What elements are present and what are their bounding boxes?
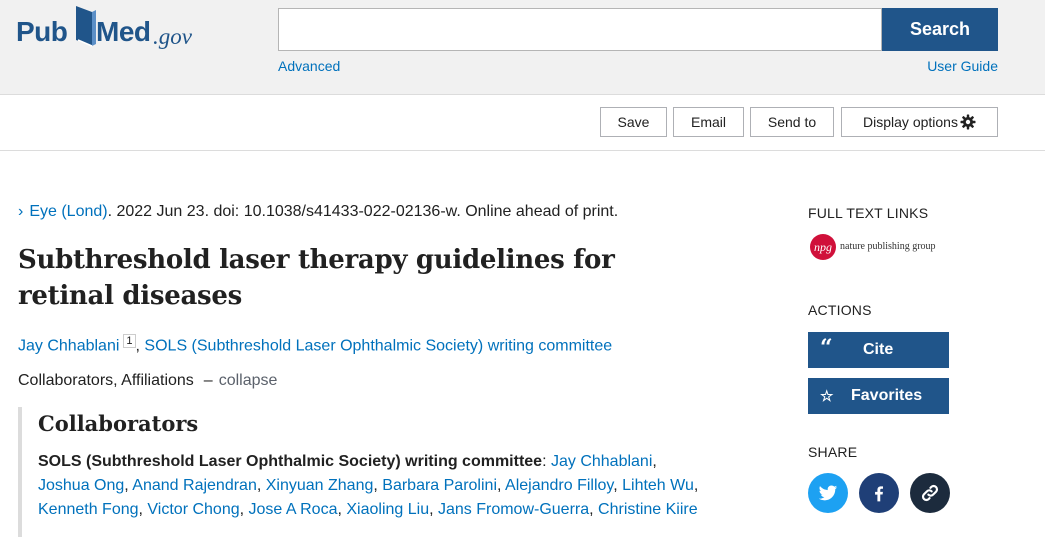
display-options-button[interactable]: Display options [841,107,998,137]
display-options-label: Display options [863,114,958,130]
user-guide-link[interactable]: User Guide [927,58,998,74]
collaborator-link[interactable]: Xinyuan Zhang [266,477,374,494]
star-icon: ☆ [820,388,834,405]
email-button[interactable]: Email [673,107,744,137]
journal-citation: › Eye (Lond). 2022 Jun 23. doi: 10.1038/s… [18,203,618,221]
collaborator-link[interactable]: Christine Kiire [598,501,698,518]
article-title: Subthreshold laser therapy guidelines fo… [18,245,615,311]
actions-heading: ACTIONS [808,302,872,318]
logo-pub-text: Pub [16,16,68,47]
logo-gov-text: .gov [153,24,192,49]
logo-med-text: Med [96,16,151,47]
collaborator-link[interactable]: Alejandro Filloy [505,477,613,494]
book-icon [76,6,96,47]
collaborator-link[interactable]: Jans Fromow-Guerra [438,501,589,518]
cite-button[interactable]: “ Cite [808,332,949,368]
facebook-icon [875,486,883,502]
npg-logo-text: nature publishing group [840,241,936,252]
collaborators-toggle-label: Collaborators, Affiliations [18,372,194,389]
favorites-label: Favorites [851,387,923,404]
npg-logo: npg [810,234,836,260]
collaborator-link[interactable]: Victor Chong [147,501,239,518]
quote-icon: “ [820,335,833,361]
link-icon [921,484,939,502]
favorites-button[interactable]: ☆ Favorites [808,378,949,414]
permalink-share-button[interactable] [910,473,950,513]
save-button[interactable]: Save [600,107,667,137]
search-input[interactable] [278,8,882,51]
citation-text: . 2022 Jun 23. doi: 10.1038/s41433-022-0… [107,203,619,220]
collaborator-link[interactable]: Jose A Roca [249,501,338,518]
twitter-icon [818,485,838,501]
collapse-link[interactable]: collapse [219,372,278,389]
collaborators-toggle[interactable]: Collaborators, Affiliations – collapse [18,372,277,390]
author-link[interactable]: Jay Chhablani [18,337,119,354]
author-list: Jay Chhablani 1, SOLS (Subthreshold Laser… [18,334,612,355]
dash-separator: – [203,372,213,389]
gear-icon [960,114,976,130]
share-heading: SHARE [808,444,858,460]
cite-label: Cite [863,341,894,358]
collaborator-link[interactable]: Joshua Ong [38,477,124,494]
collaborator-link[interactable]: Anand Rajendran [132,477,257,494]
collaborators-list: SOLS (Subthreshold Laser Ophthalmic Soci… [38,453,699,518]
collaborator-link[interactable]: Barbara Parolini [382,477,497,494]
collaborator-link[interactable]: Lihteh Wu [622,477,694,494]
author-link[interactable]: SOLS (Subthreshold Laser Ophthalmic Soci… [144,337,612,354]
collaborator-link[interactable]: Xiaoling Liu [346,501,429,518]
affiliation-marker[interactable]: 1 [123,334,136,348]
send-to-button[interactable]: Send to [750,107,834,137]
collaborator-link[interactable]: Jay Chhablani [551,453,652,470]
advanced-search-link[interactable]: Advanced [278,58,340,74]
collaborators-panel: Collaborators SOLS (Subthreshold Laser O… [18,407,752,537]
site-header: Pub Med .gov Search Advanced User Guide [0,0,1045,95]
facebook-share-button[interactable] [859,473,899,513]
collaborator-link[interactable]: Kenneth Fong [38,501,139,518]
collaborator-group: SOLS (Subthreshold Laser Ophthalmic Soci… [38,453,543,470]
journal-link[interactable]: Eye (Lond) [29,203,107,220]
article-toolbar: Save Email Send to Display options [0,95,1045,151]
twitter-share-button[interactable] [808,473,848,513]
full-text-links-heading: FULL TEXT LINKS [808,205,929,221]
search-button[interactable]: Search [882,8,998,51]
chevron-right-icon[interactable]: › [18,203,23,220]
collaborators-heading: Collaborators [38,411,199,436]
